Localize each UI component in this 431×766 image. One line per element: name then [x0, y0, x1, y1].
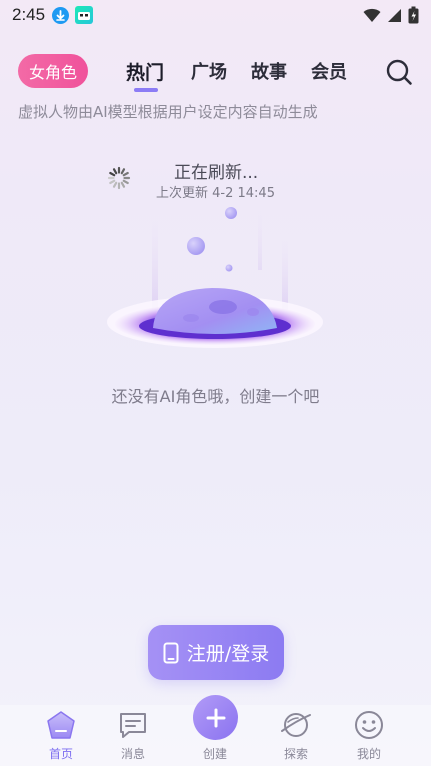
role-filter-button[interactable]: 女角色 [18, 54, 88, 88]
phone-icon [163, 642, 179, 663]
nav-label-home: 首页 [48, 747, 73, 761]
create-button[interactable] [193, 695, 238, 740]
nav-item-messages[interactable]: 消息 [103, 705, 163, 766]
search-icon[interactable] [385, 58, 413, 86]
plus-icon [206, 708, 225, 727]
nav-label-profile: 我的 [356, 747, 381, 761]
nav-item-profile[interactable]: 我的 [339, 705, 399, 766]
nav-item-create[interactable]: 创建 [185, 695, 245, 766]
nav-label-messages: 消息 [120, 747, 145, 761]
smile-icon [355, 711, 383, 739]
top-nav: 女角色 热门 广场 故事 会员 [0, 50, 431, 92]
tab-story[interactable]: 故事 [251, 58, 287, 84]
nav-item-explore[interactable]: 探索 [266, 705, 326, 766]
battery-icon [408, 6, 419, 24]
bottom-nav: 首页 消息 创建 探索 我的 [0, 695, 431, 766]
message-icon [120, 713, 146, 738]
last-updated: 上次更新 4-2 14:45 [156, 186, 275, 201]
tab-hot[interactable]: 热门 [126, 58, 164, 85]
planet-icon [281, 713, 311, 737]
signal-icon [388, 8, 401, 22]
nav-label-create: 创建 [202, 747, 227, 761]
download-icon [52, 6, 70, 24]
tab-member[interactable]: 会员 [311, 58, 347, 84]
status-time: 2:45 [12, 5, 46, 24]
nav-label-explore: 探索 [283, 747, 308, 761]
loading-spinner-icon [107, 166, 131, 190]
login-button-label: 注册/登录 [186, 643, 270, 665]
ai-disclaimer: 虚拟人物由AI模型根据用户设定内容自动生成 [18, 103, 318, 121]
refresh-status: 正在刷新... [174, 163, 259, 183]
empty-state-message: 还没有AI角色哦，创建一个吧 [111, 387, 320, 406]
status-bar: 2:45 [0, 0, 431, 30]
tab-indicator [134, 88, 158, 92]
app-notification-icon [75, 6, 94, 24]
wifi-icon [363, 8, 381, 22]
empty-planet-illustration [107, 207, 323, 348]
tab-square[interactable]: 广场 [191, 58, 227, 84]
nav-item-home[interactable]: 首页 [31, 705, 91, 766]
register-login-button[interactable]: 注册/登录 [148, 625, 284, 680]
home-icon [47, 711, 75, 739]
